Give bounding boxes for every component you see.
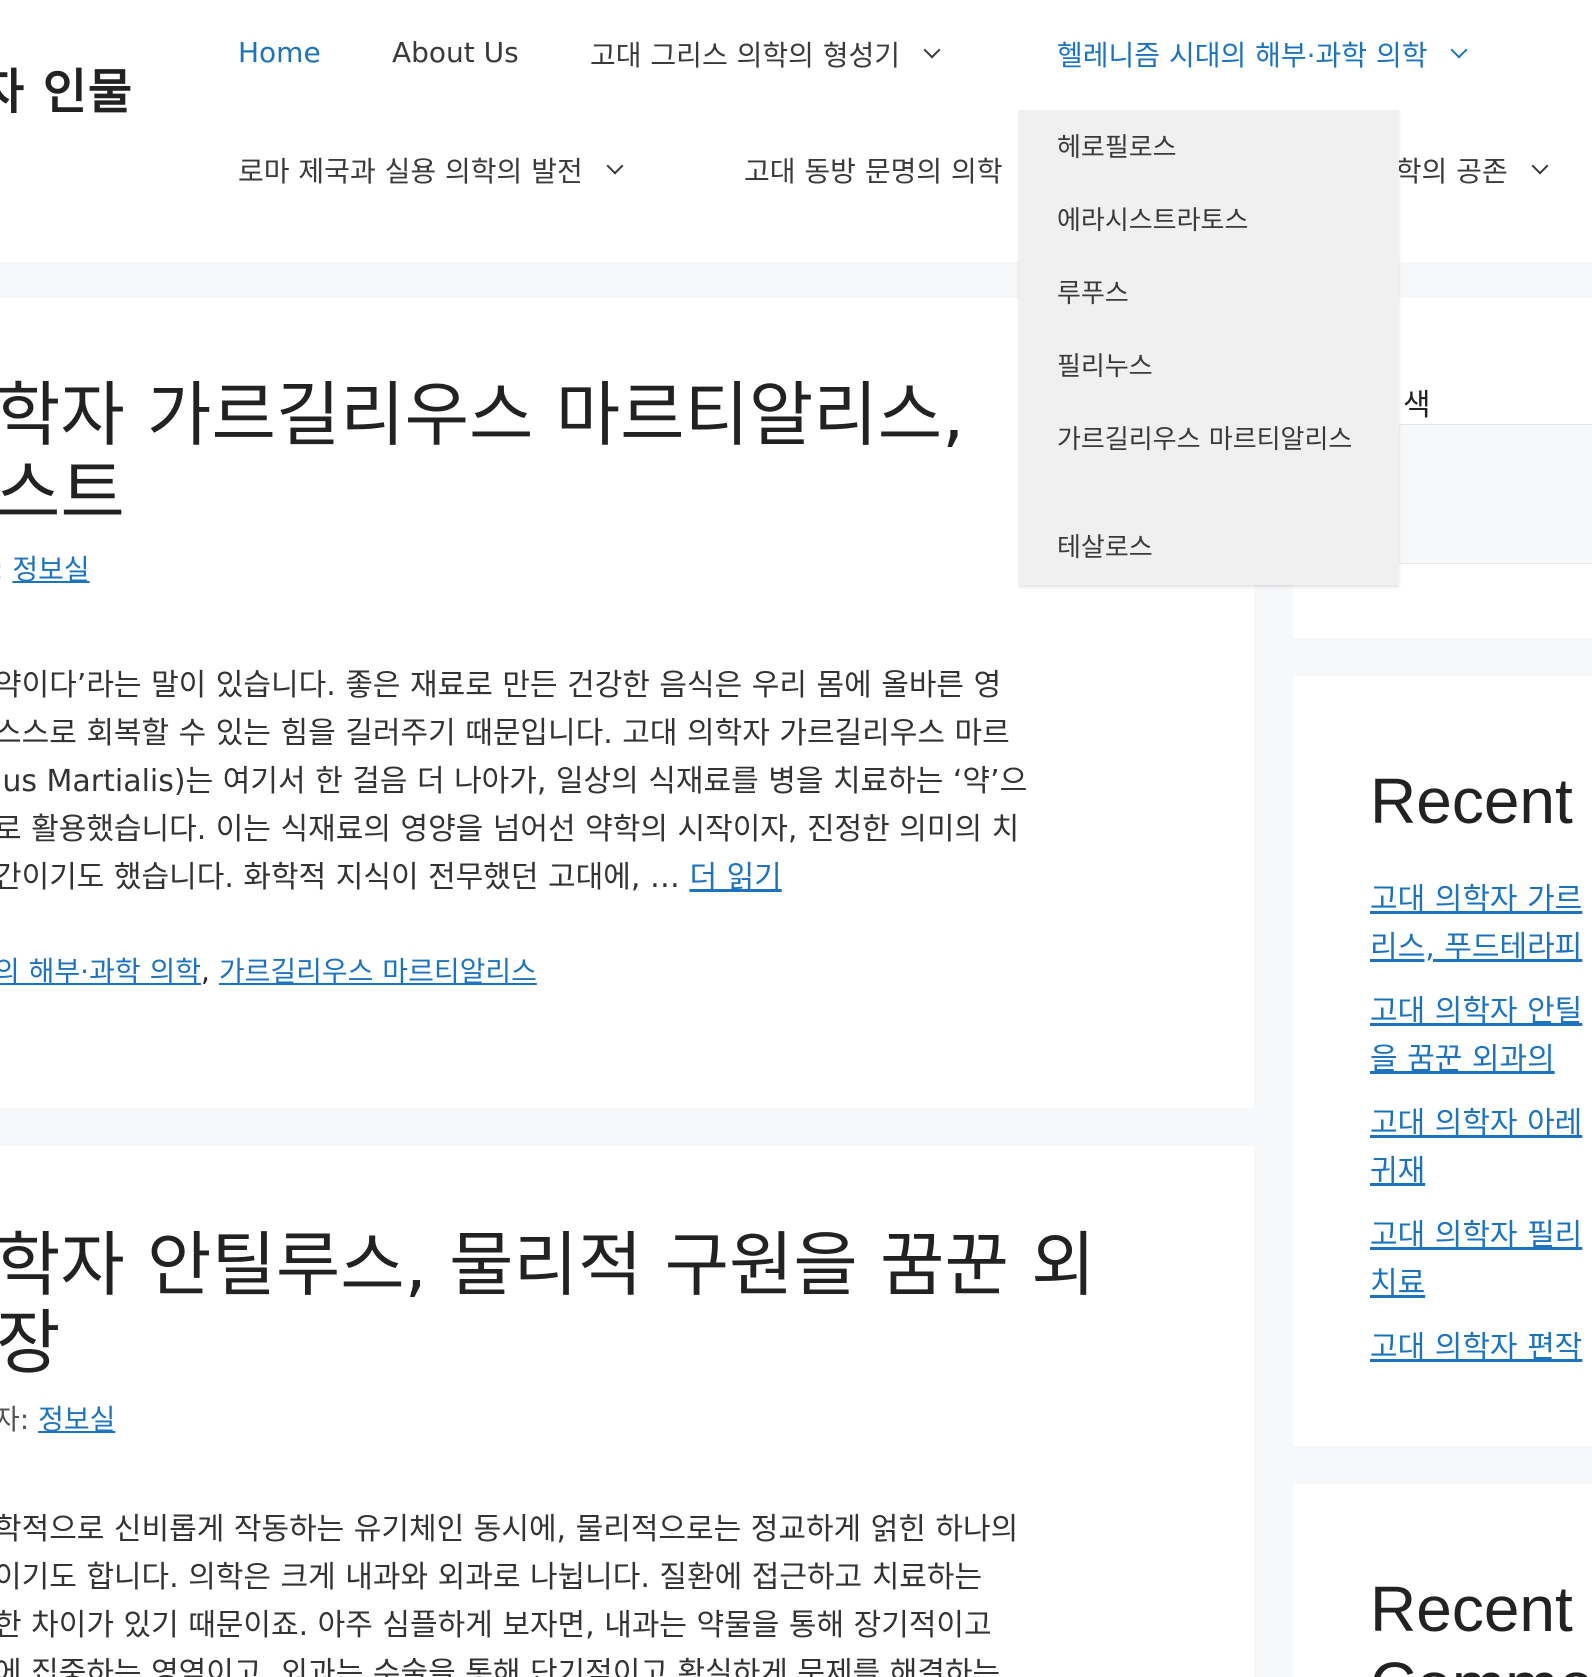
hellenism-submenu: 헤로필로스 에라시스트라토스 루푸스 필리누스 가르길리우스 마르티알리스 테살… <box>1019 110 1399 585</box>
recent-post-link[interactable]: 고대 의학자 편작 <box>1370 1322 1582 1366</box>
site-title[interactable]: 자 인물 <box>0 52 133 122</box>
post-title[interactable]: 학자 가르길리우스 마르티알리스, <box>0 376 964 454</box>
excerpt-line: 스스로 회복할 수 있는 힘을 길러주기 때문입니다. 고대 의학자 가르길리우… <box>0 716 1010 751</box>
excerpt-line: 간이기도 했습니다. 화학적 지식이 전무했던 고대에, … 더 읽기 <box>0 852 782 896</box>
nav-greek[interactable]: 고대 그리스 의학의 형성기 <box>590 34 941 74</box>
chevron-down-icon <box>1450 41 1468 59</box>
excerpt-line: 이기도 합니다. 의학은 크게 내과와 외과로 나뉩니다. 질환에 접근하고 치… <box>0 1560 983 1595</box>
nav-about[interactable]: About Us <box>392 36 519 69</box>
widget-title: Recent <box>1370 765 1573 837</box>
nav-hellenism[interactable]: 헬레니즘 시대의 해부·과학 의학 <box>1057 34 1468 74</box>
nav-east[interactable]: 고대 동방 문명의 의학 <box>744 150 1003 190</box>
excerpt-line: 약이다’라는 말이 있습니다. 좋은 재료로 만든 건강한 음식은 우리 몸에 … <box>0 668 1002 703</box>
recent-comments-widget: Recent Comme <box>1293 1484 1592 1677</box>
excerpt-line: 에 집중하는 영역이고, 외과는 수술을 통해 단기적이고 확실하게 문제를 해… <box>0 1656 1001 1677</box>
author-link[interactable]: 정보실 <box>38 1403 115 1436</box>
recent-post-link[interactable]: 고대 의학자 필리 <box>1370 1210 1582 1254</box>
submenu-item[interactable]: 에라시스트라토스 <box>1057 203 1367 239</box>
recent-post-link[interactable]: 고대 의학자 아레 <box>1370 1098 1582 1142</box>
recent-post-link[interactable]: 귀재 <box>1370 1146 1425 1190</box>
nav-east-label: 고대 동방 문명의 의학 <box>744 155 1003 188</box>
chevron-down-icon <box>1531 157 1549 175</box>
post-title[interactable]: 학자 안틸루스, 물리적 구원을 꿈꾼 외 <box>0 1226 1096 1304</box>
recent-post-link[interactable]: 고대 의학자 안틸 <box>1370 986 1582 1030</box>
nav-rome-label: 로마 제국과 실용 의학의 발전 <box>238 155 583 188</box>
post-meta: : 정보실 <box>0 548 90 588</box>
category-link[interactable]: 의 해부·과학 의학 <box>0 955 201 988</box>
post-categories: 의 해부·과학 의학, 가르길리우스 마르티알리스 <box>0 950 537 990</box>
meta-prefix: : <box>0 553 3 586</box>
submenu-item[interactable]: 루푸스 <box>1057 276 1367 312</box>
excerpt-line: 학적으로 신비롭게 작동하는 유기체인 동시에, 물리적으로는 정교하게 얽힌 … <box>0 1512 1019 1547</box>
read-more-link[interactable]: 더 읽기 <box>689 860 781 895</box>
nav-greek-label: 고대 그리스 의학의 형성기 <box>590 39 901 72</box>
excerpt-line: 로 활용했습니다. 이는 식재료의 영양을 넘어선 약학의 시작이자, 진정한 … <box>0 812 1020 847</box>
post-title[interactable]: 스트 <box>0 454 125 532</box>
nav-home-label: Home <box>238 36 321 69</box>
submenu-item[interactable]: 가르길리우스 마르티알리스 <box>1057 422 1367 458</box>
post-card: 학자 안틸루스, 물리적 구원을 꿈꾼 외 장 자: 정보실 학적으로 신비롭게… <box>0 1146 1254 1677</box>
excerpt-text: 간이기도 했습니다. 화학적 지식이 전무했던 고대에, … <box>0 860 680 895</box>
chevron-down-icon <box>606 157 624 175</box>
search-label: 색 <box>1403 388 1431 423</box>
nav-hellenism-label: 헬레니즘 시대의 해부·과학 의학 <box>1057 39 1428 72</box>
submenu-item[interactable]: 테살로스 <box>1057 530 1367 566</box>
author-link[interactable]: 정보실 <box>12 553 89 586</box>
recent-posts-widget: Recent 고대 의학자 가르 리스, 푸드테라피 고대 의학자 안틸 을 꿈… <box>1293 676 1592 1446</box>
meta-prefix: 자: <box>0 1403 30 1436</box>
category-separator: , <box>201 955 210 988</box>
category-link[interactable]: 가르길리우스 마르티알리스 <box>219 955 537 988</box>
post-meta: 자: 정보실 <box>0 1398 115 1438</box>
excerpt-line: ius Martialis)는 여기서 한 걸음 더 나아가, 일상의 식재료를… <box>0 764 1028 799</box>
page: 자 인물 Home About Us 고대 그리스 의학의 형성기 헬레니즘 시… <box>0 0 1592 1677</box>
nav-about-label: About Us <box>392 36 519 69</box>
nav-home[interactable]: Home <box>238 36 321 69</box>
recent-post-link[interactable]: 치료 <box>1370 1258 1425 1302</box>
submenu-item[interactable]: 필리누스 <box>1057 349 1367 385</box>
chevron-down-icon <box>923 41 941 59</box>
excerpt-line: 한 차이가 있기 때문이죠. 아주 심플하게 보자면, 내과는 약물을 통해 장… <box>0 1608 992 1643</box>
post-title[interactable]: 장 <box>0 1304 60 1382</box>
widget-title: Recent <box>1370 1573 1573 1645</box>
submenu-item[interactable]: 헤로필로스 <box>1057 130 1367 166</box>
search-input[interactable] <box>1383 424 1592 564</box>
nav-rome[interactable]: 로마 제국과 실용 의학의 발전 <box>238 150 624 190</box>
recent-post-link[interactable]: 고대 의학자 가르 <box>1370 874 1582 918</box>
recent-post-link[interactable]: 을 꿈꾼 외과의 <box>1370 1034 1555 1078</box>
recent-post-link[interactable]: 리스, 푸드테라피 <box>1370 922 1582 966</box>
widget-title: Comme <box>1370 1648 1592 1677</box>
